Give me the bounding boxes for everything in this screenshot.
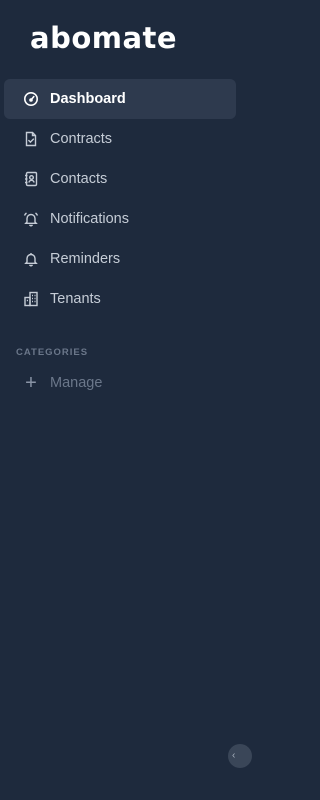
plus-icon: + <box>25 372 37 394</box>
brand-logo[interactable]: abomate <box>30 22 177 54</box>
nav-label-tenants: Tenants <box>50 291 101 307</box>
collapse-sidebar-button[interactable]: ‹ <box>228 744 252 768</box>
manage-categories-button[interactable]: + Manage <box>4 363 236 403</box>
nav-item-contacts[interactable]: Contacts <box>4 159 236 199</box>
nav-label-contacts: Contacts <box>50 171 108 187</box>
nav-item-contracts[interactable]: Contracts <box>4 119 236 159</box>
nav-item-tenants[interactable]: Tenants <box>4 279 236 319</box>
nav-item-dashboard[interactable]: Dashboard <box>4 79 236 119</box>
sidebar: abomate Dashboard Contracts Contacts Not… <box>0 0 252 800</box>
nav-item-notifications[interactable]: Notifications <box>4 199 236 239</box>
contact-book-icon <box>22 170 40 188</box>
alarm-bell-icon <box>22 210 40 228</box>
contract-document-icon <box>22 130 40 148</box>
chevron-left-icon: ‹ <box>232 750 236 761</box>
nav-label-dashboard: Dashboard <box>50 91 126 107</box>
nav-label-contracts: Contracts <box>50 131 113 147</box>
nav-label-notifications: Notifications <box>50 211 129 227</box>
logo-text: abomate <box>30 21 178 55</box>
main-nav: Dashboard Contracts Contacts Notificatio… <box>4 79 236 319</box>
manage-label: Manage <box>50 375 103 391</box>
nav-item-reminders[interactable]: Reminders <box>4 239 236 279</box>
categories-heading: CATEGORIES <box>16 347 89 358</box>
building-icon <box>22 290 40 308</box>
dashboard-gauge-icon <box>22 90 40 108</box>
bell-icon <box>22 250 40 268</box>
nav-label-reminders: Reminders <box>50 251 121 267</box>
